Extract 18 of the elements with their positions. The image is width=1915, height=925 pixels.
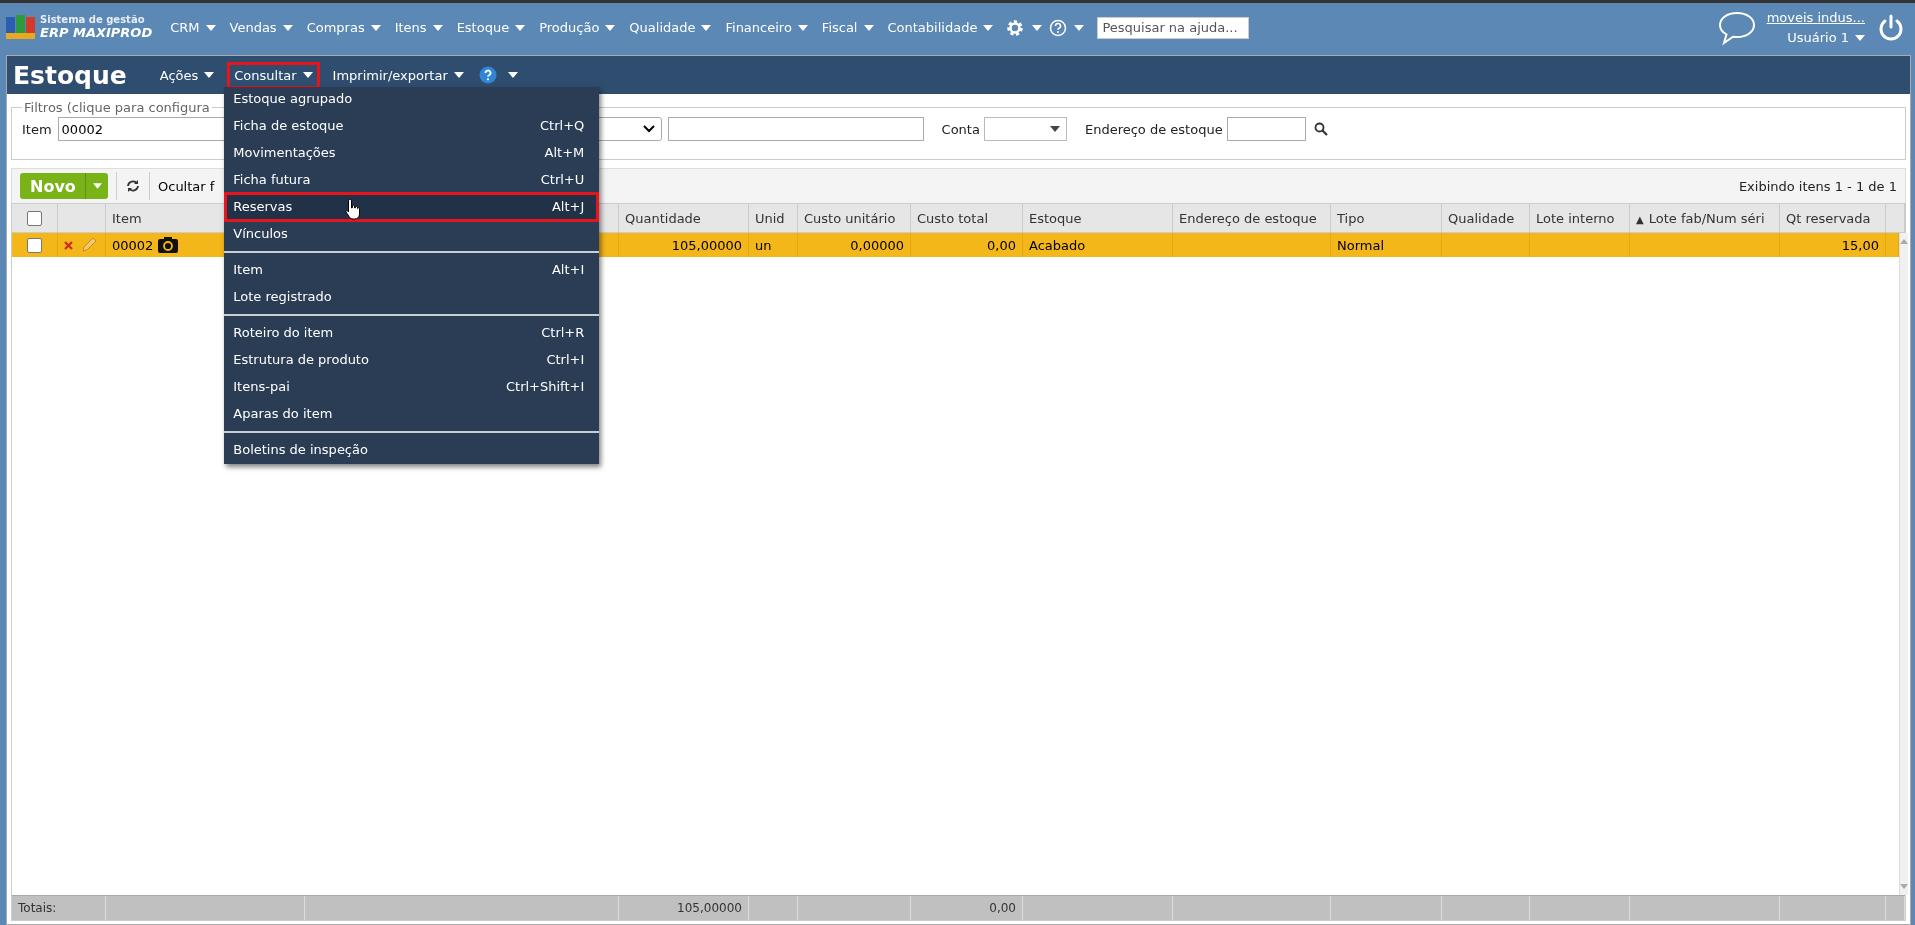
table-cell: 0,00000 — [850, 237, 904, 253]
table-cell: Normal — [1337, 237, 1385, 253]
table-cell: 15,00 — [1841, 237, 1879, 253]
logo-title: ERP MAXIPROD — [40, 25, 153, 40]
page-title: Estoque — [13, 60, 127, 90]
totals-label: Totais: — [18, 901, 57, 915]
field-label: Item — [22, 121, 52, 137]
total-value: 105,00000 — [677, 901, 742, 915]
table-cell: 00002 — [112, 237, 154, 253]
paging-info: Exibindo itens 1 - 1 de 1 — [1738, 178, 1897, 194]
field-label: Conta — [941, 121, 980, 137]
total-value: 0,00 — [989, 901, 1016, 915]
table-cell: Acabado — [1029, 237, 1086, 253]
table-cell: 0,00 — [987, 237, 1016, 253]
logo-subtitle: Sistema de gestão — [40, 15, 146, 26]
field-label: Endereço de estoque — [1084, 121, 1223, 137]
table-cell: 105,00000 — [671, 237, 742, 253]
table-cell: un — [755, 237, 772, 253]
